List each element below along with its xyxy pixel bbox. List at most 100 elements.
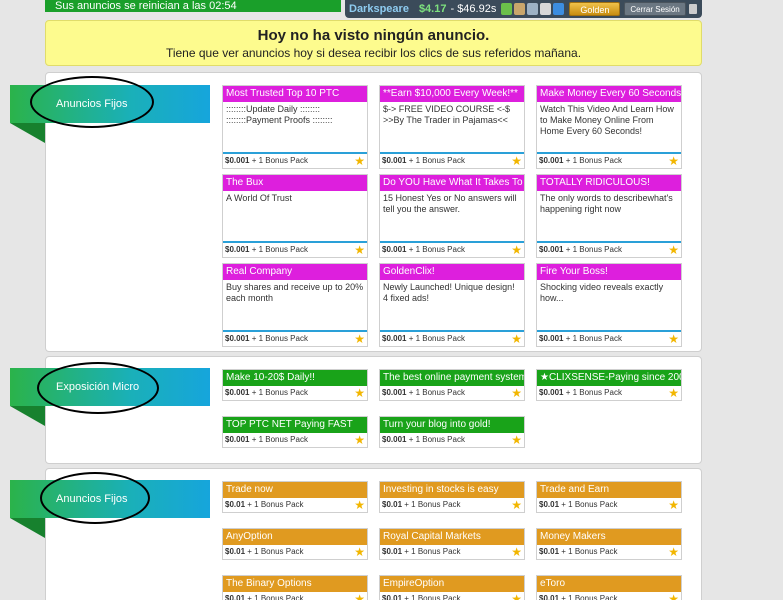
ad-card[interactable]: Turn your blog into gold! $0.001 + 1 Bonu… bbox=[379, 416, 525, 448]
ad-bonus: + 1 Bonus Pack bbox=[408, 245, 465, 254]
logout-button[interactable]: Cerrar Sesión bbox=[624, 2, 686, 16]
ad-card[interactable]: AnyOption $0.01 + 1 Bonus Pack ★ bbox=[222, 528, 368, 560]
username-link[interactable]: Darkspeare bbox=[349, 0, 409, 18]
no-ads-notice: Hoy no ha visto ningún anuncio. Tiene qu… bbox=[45, 20, 702, 66]
star-icon[interactable]: ★ bbox=[511, 434, 522, 446]
star-icon[interactable]: ★ bbox=[668, 593, 679, 600]
star-icon[interactable]: ★ bbox=[354, 499, 365, 511]
ad-card[interactable]: The Binary Options $0.01 + 1 Bonus Pack ★ bbox=[222, 575, 368, 600]
settings-icon[interactable] bbox=[553, 3, 565, 15]
stats-icon[interactable] bbox=[527, 3, 539, 15]
ad-card[interactable]: Most Trusted Top 10 PTC::::::::Update Da… bbox=[222, 85, 368, 169]
star-icon[interactable]: ★ bbox=[668, 333, 679, 345]
ad-title[interactable]: Most Trusted Top 10 PTC bbox=[223, 86, 367, 102]
star-icon[interactable]: ★ bbox=[511, 499, 522, 511]
ad-title[interactable]: GoldenClix! bbox=[380, 264, 524, 280]
ad-footer: $0.001 + 1 Bonus Pack ★ bbox=[223, 154, 367, 168]
ad-title[interactable]: TOTALLY RIDICULOUS! bbox=[537, 175, 681, 191]
ad-card[interactable]: Make 10-20$ Daily!! $0.001 + 1 Bonus Pack… bbox=[222, 369, 368, 401]
ad-footer: $0.001 + 1 Bonus Pack ★ bbox=[223, 386, 367, 400]
ad-card[interactable]: The Bux A World Of Trust $0.001 + 1 Bonus … bbox=[222, 174, 368, 258]
ad-card[interactable]: **Earn $10,000 Every Week!** $-> FREE VID… bbox=[379, 85, 525, 169]
ad-card[interactable]: Trade and Earn $0.01 + 1 Bonus Pack ★ bbox=[536, 481, 682, 513]
star-icon[interactable]: ★ bbox=[354, 387, 365, 399]
star-icon[interactable]: ★ bbox=[354, 244, 365, 256]
ribbon-fold bbox=[10, 123, 45, 143]
main-balance: $4.17 bbox=[418, 3, 447, 15]
ad-footer: $0.001 + 1 Bonus Pack ★ bbox=[380, 332, 524, 346]
ad-bonus: + 1 Bonus Pack bbox=[565, 156, 622, 165]
star-icon[interactable]: ★ bbox=[511, 593, 522, 600]
star-icon[interactable]: ★ bbox=[354, 546, 365, 558]
golden-button[interactable]: Golden bbox=[569, 2, 621, 16]
star-icon[interactable]: ★ bbox=[354, 155, 365, 167]
tools-icon[interactable] bbox=[540, 3, 552, 15]
ad-price: $0.01 bbox=[539, 500, 560, 509]
ad-title[interactable]: Do YOU Have What It Takes To S bbox=[380, 175, 524, 191]
ad-title[interactable]: AnyOption bbox=[223, 529, 367, 545]
star-icon[interactable]: ★ bbox=[668, 546, 679, 558]
ad-title[interactable]: TOP PTC NET Paying FAST bbox=[223, 417, 367, 433]
ad-title[interactable]: ★CLIXSENSE-Paying since 2007 bbox=[537, 370, 681, 386]
ad-title[interactable]: The Bux bbox=[223, 175, 367, 191]
star-icon[interactable]: ★ bbox=[511, 546, 522, 558]
ad-bonus: + 1 Bonus Pack bbox=[404, 500, 461, 509]
ad-card[interactable]: Do YOU Have What It Takes To S 15 Honest … bbox=[379, 174, 525, 258]
star-icon[interactable]: ★ bbox=[511, 387, 522, 399]
ad-price: $0.001 bbox=[539, 245, 564, 254]
ad-card[interactable]: Royal Capital Markets $0.01 + 1 Bonus Pac… bbox=[379, 528, 525, 560]
notice-subtitle: Tiene que ver anuncios hoy si desea reci… bbox=[165, 46, 582, 60]
ad-card[interactable]: EmpireOption $0.01 + 1 Bonus Pack ★ bbox=[379, 575, 525, 600]
star-icon[interactable]: ★ bbox=[668, 387, 679, 399]
ad-description: The only words to describewhat's happeni… bbox=[540, 193, 673, 214]
ad-title[interactable]: Royal Capital Markets bbox=[380, 529, 524, 545]
ad-price: $0.01 bbox=[225, 500, 246, 509]
ad-title[interactable]: eToro bbox=[537, 576, 681, 592]
ad-title[interactable]: Make 10-20$ Daily!! bbox=[223, 370, 367, 386]
star-icon[interactable]: ★ bbox=[668, 155, 679, 167]
ribbon-fold bbox=[10, 518, 45, 538]
ad-title[interactable]: Make Money Every 60 Seconds! bbox=[537, 86, 681, 102]
ad-card[interactable]: Trade now $0.01 + 1 Bonus Pack ★ bbox=[222, 481, 368, 513]
ad-price: $0.001 bbox=[382, 388, 407, 397]
ad-card[interactable]: GoldenClix! Newly Launched! Unique design… bbox=[379, 263, 525, 347]
ad-footer: $0.01 + 1 Bonus Pack ★ bbox=[380, 592, 524, 600]
star-icon[interactable]: ★ bbox=[511, 333, 522, 345]
ad-card[interactable]: The best online payment system $0.001 + 1… bbox=[379, 369, 525, 401]
ad-card[interactable]: ★CLIXSENSE-Paying since 2007 $0.001 + 1 B… bbox=[536, 369, 682, 401]
ad-title[interactable]: Trade and Earn bbox=[537, 482, 681, 498]
ad-card[interactable]: Investing in stocks is easy $0.01 + 1 Bon… bbox=[379, 481, 525, 513]
ad-title[interactable]: The best online payment system bbox=[380, 370, 524, 386]
ad-footer: $0.01 + 1 Bonus Pack ★ bbox=[537, 498, 681, 512]
ad-title[interactable]: Trade now bbox=[223, 482, 367, 498]
ad-title[interactable]: Real Company bbox=[223, 264, 367, 280]
star-icon[interactable]: ★ bbox=[354, 333, 365, 345]
star-icon[interactable]: ★ bbox=[354, 593, 365, 600]
ad-card[interactable]: Real Company Buy shares and receive up to… bbox=[222, 263, 368, 347]
ad-price: $0.001 bbox=[539, 388, 564, 397]
ad-title[interactable]: **Earn $10,000 Every Week!** bbox=[380, 86, 524, 102]
star-icon[interactable]: ★ bbox=[668, 244, 679, 256]
star-icon[interactable]: ★ bbox=[511, 244, 522, 256]
star-icon[interactable]: ★ bbox=[354, 434, 365, 446]
ad-title[interactable]: Investing in stocks is easy bbox=[380, 482, 524, 498]
ad-card[interactable]: Make Money Every 60 Seconds! Watch This V… bbox=[536, 85, 682, 169]
ad-bonus: + 1 Bonus Pack bbox=[251, 388, 308, 397]
star-icon[interactable]: ★ bbox=[511, 155, 522, 167]
user-icon[interactable] bbox=[514, 3, 526, 15]
money-icon[interactable] bbox=[501, 3, 513, 15]
ad-price: $0.001 bbox=[382, 245, 407, 254]
ad-title[interactable]: EmpireOption bbox=[380, 576, 524, 592]
ad-title[interactable]: Money Makers bbox=[537, 529, 681, 545]
ad-title[interactable]: Fire Your Boss! bbox=[537, 264, 681, 280]
ad-description: Newly Launched! Unique design! 4 fixed a… bbox=[383, 282, 515, 303]
ad-bonus: + 1 Bonus Pack bbox=[251, 245, 308, 254]
ad-title[interactable]: The Binary Options bbox=[223, 576, 367, 592]
ad-card[interactable]: TOP PTC NET Paying FAST $0.001 + 1 Bonus … bbox=[222, 416, 368, 448]
ad-card[interactable]: Money Makers $0.01 + 1 Bonus Pack ★ bbox=[536, 528, 682, 560]
ad-card[interactable]: eToro $0.01 + 1 Bonus Pack ★ bbox=[536, 575, 682, 600]
star-icon[interactable]: ★ bbox=[668, 499, 679, 511]
ad-card[interactable]: TOTALLY RIDICULOUS! The only words to des… bbox=[536, 174, 682, 258]
ad-title[interactable]: Turn your blog into gold! bbox=[380, 417, 524, 433]
ad-card[interactable]: Fire Your Boss! Shocking video reveals ex… bbox=[536, 263, 682, 347]
